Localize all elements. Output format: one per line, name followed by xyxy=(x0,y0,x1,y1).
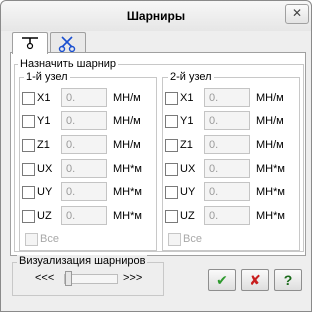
node2-uz-input[interactable]: 0. xyxy=(204,206,250,225)
ok-button[interactable]: ✔ xyxy=(208,269,236,291)
checkmark-icon: ✔ xyxy=(216,272,228,288)
node1-z1-input[interactable]: 0. xyxy=(61,135,107,154)
node2-y1-label: Y1 xyxy=(180,115,194,127)
node2-uy-input[interactable]: 0. xyxy=(204,182,250,201)
close-icon: ✕ xyxy=(291,6,303,20)
node2-z1-unit: МН/м xyxy=(256,139,284,151)
node1-ux-checkbox[interactable] xyxy=(22,163,35,176)
visualization-slider-track[interactable] xyxy=(64,274,118,284)
node1-ux-unit: МН*м xyxy=(113,163,142,175)
node2-ux-input[interactable]: 0. xyxy=(204,159,250,178)
visualization-slider-thumb[interactable] xyxy=(65,271,72,286)
node1-x1-input[interactable]: 0. xyxy=(61,88,107,107)
visualization-label: Визуализация шарниров xyxy=(17,255,148,267)
node2-uz-unit: МН*м xyxy=(256,210,285,222)
node2-z1-input[interactable]: 0. xyxy=(204,135,250,154)
hinge-icon xyxy=(22,37,38,50)
node1-all-checkbox[interactable] xyxy=(25,233,38,246)
node2-y1-input[interactable]: 0. xyxy=(204,111,250,130)
node1-uz-input[interactable]: 0. xyxy=(61,206,107,225)
node2-ux-unit: МН*м xyxy=(256,163,285,175)
window-title: Шарниры xyxy=(126,9,186,23)
node2-ux-label: UX xyxy=(180,163,196,175)
tab-hinges[interactable] xyxy=(12,32,48,54)
node2-y1-checkbox[interactable] xyxy=(165,115,178,128)
help-button[interactable]: ? xyxy=(274,269,302,291)
node1-z1-checkbox[interactable] xyxy=(22,139,35,152)
node2-z1-label: Z1 xyxy=(180,139,193,151)
node2-x1-input[interactable]: 0. xyxy=(204,88,250,107)
node1-all-label: Все xyxy=(40,233,59,245)
node1-z1-unit: МН/м xyxy=(113,139,141,151)
node2-label: 2-й узел xyxy=(168,71,214,83)
node1-uz-label: UZ xyxy=(37,210,52,222)
node1-uy-checkbox[interactable] xyxy=(22,186,35,199)
question-icon: ? xyxy=(283,272,293,288)
slider-left-arrows[interactable]: <<< xyxy=(35,272,54,285)
node2-ux-checkbox[interactable] xyxy=(165,163,178,176)
slider-right-arrows[interactable]: >>> xyxy=(123,272,142,285)
node2-all-checkbox[interactable] xyxy=(168,233,181,246)
node1-y1-checkbox[interactable] xyxy=(22,115,35,128)
title-bar: Шарниры ✕ xyxy=(1,1,311,31)
cross-icon: ✘ xyxy=(249,272,261,288)
node1-y1-unit: МН/м xyxy=(113,115,141,127)
node2-x1-label: X1 xyxy=(180,92,194,104)
node1-uy-label: UY xyxy=(37,186,53,198)
node1-uz-checkbox[interactable] xyxy=(22,210,35,223)
node1-uz-unit: МН*м xyxy=(113,210,142,222)
node1-uy-input[interactable]: 0. xyxy=(61,182,107,201)
node2-x1-checkbox[interactable] xyxy=(165,92,178,105)
node2-uz-checkbox[interactable] xyxy=(165,210,178,223)
assign-hinge-label: Назначить шарнир xyxy=(18,58,119,70)
node1-label: 1-й узел xyxy=(24,71,70,83)
node2-uy-label: UY xyxy=(180,186,196,198)
node1-ux-label: UX xyxy=(37,163,53,175)
node2-x1-unit: МН/м xyxy=(256,92,284,104)
node2-uy-unit: МН*м xyxy=(256,186,285,198)
node1-z1-label: Z1 xyxy=(37,139,50,151)
node1-y1-label: Y1 xyxy=(37,115,51,127)
close-button[interactable]: ✕ xyxy=(285,4,309,24)
cancel-button[interactable]: ✘ xyxy=(241,269,269,291)
node2-z1-checkbox[interactable] xyxy=(165,139,178,152)
tab-scissors[interactable] xyxy=(50,32,86,53)
node1-x1-checkbox[interactable] xyxy=(22,92,35,105)
node1-uy-unit: МН*м xyxy=(113,186,142,198)
node1-y1-input[interactable]: 0. xyxy=(61,111,107,130)
node1-x1-label: X1 xyxy=(37,92,51,104)
node2-uy-checkbox[interactable] xyxy=(165,186,178,199)
node1-ux-input[interactable]: 0. xyxy=(61,159,107,178)
node2-y1-unit: МН/м xyxy=(256,115,284,127)
scissors-icon xyxy=(58,36,76,52)
node2-uz-label: UZ xyxy=(180,210,195,222)
node1-x1-unit: МН/м xyxy=(113,92,141,104)
node2-all-label: Все xyxy=(183,233,202,245)
